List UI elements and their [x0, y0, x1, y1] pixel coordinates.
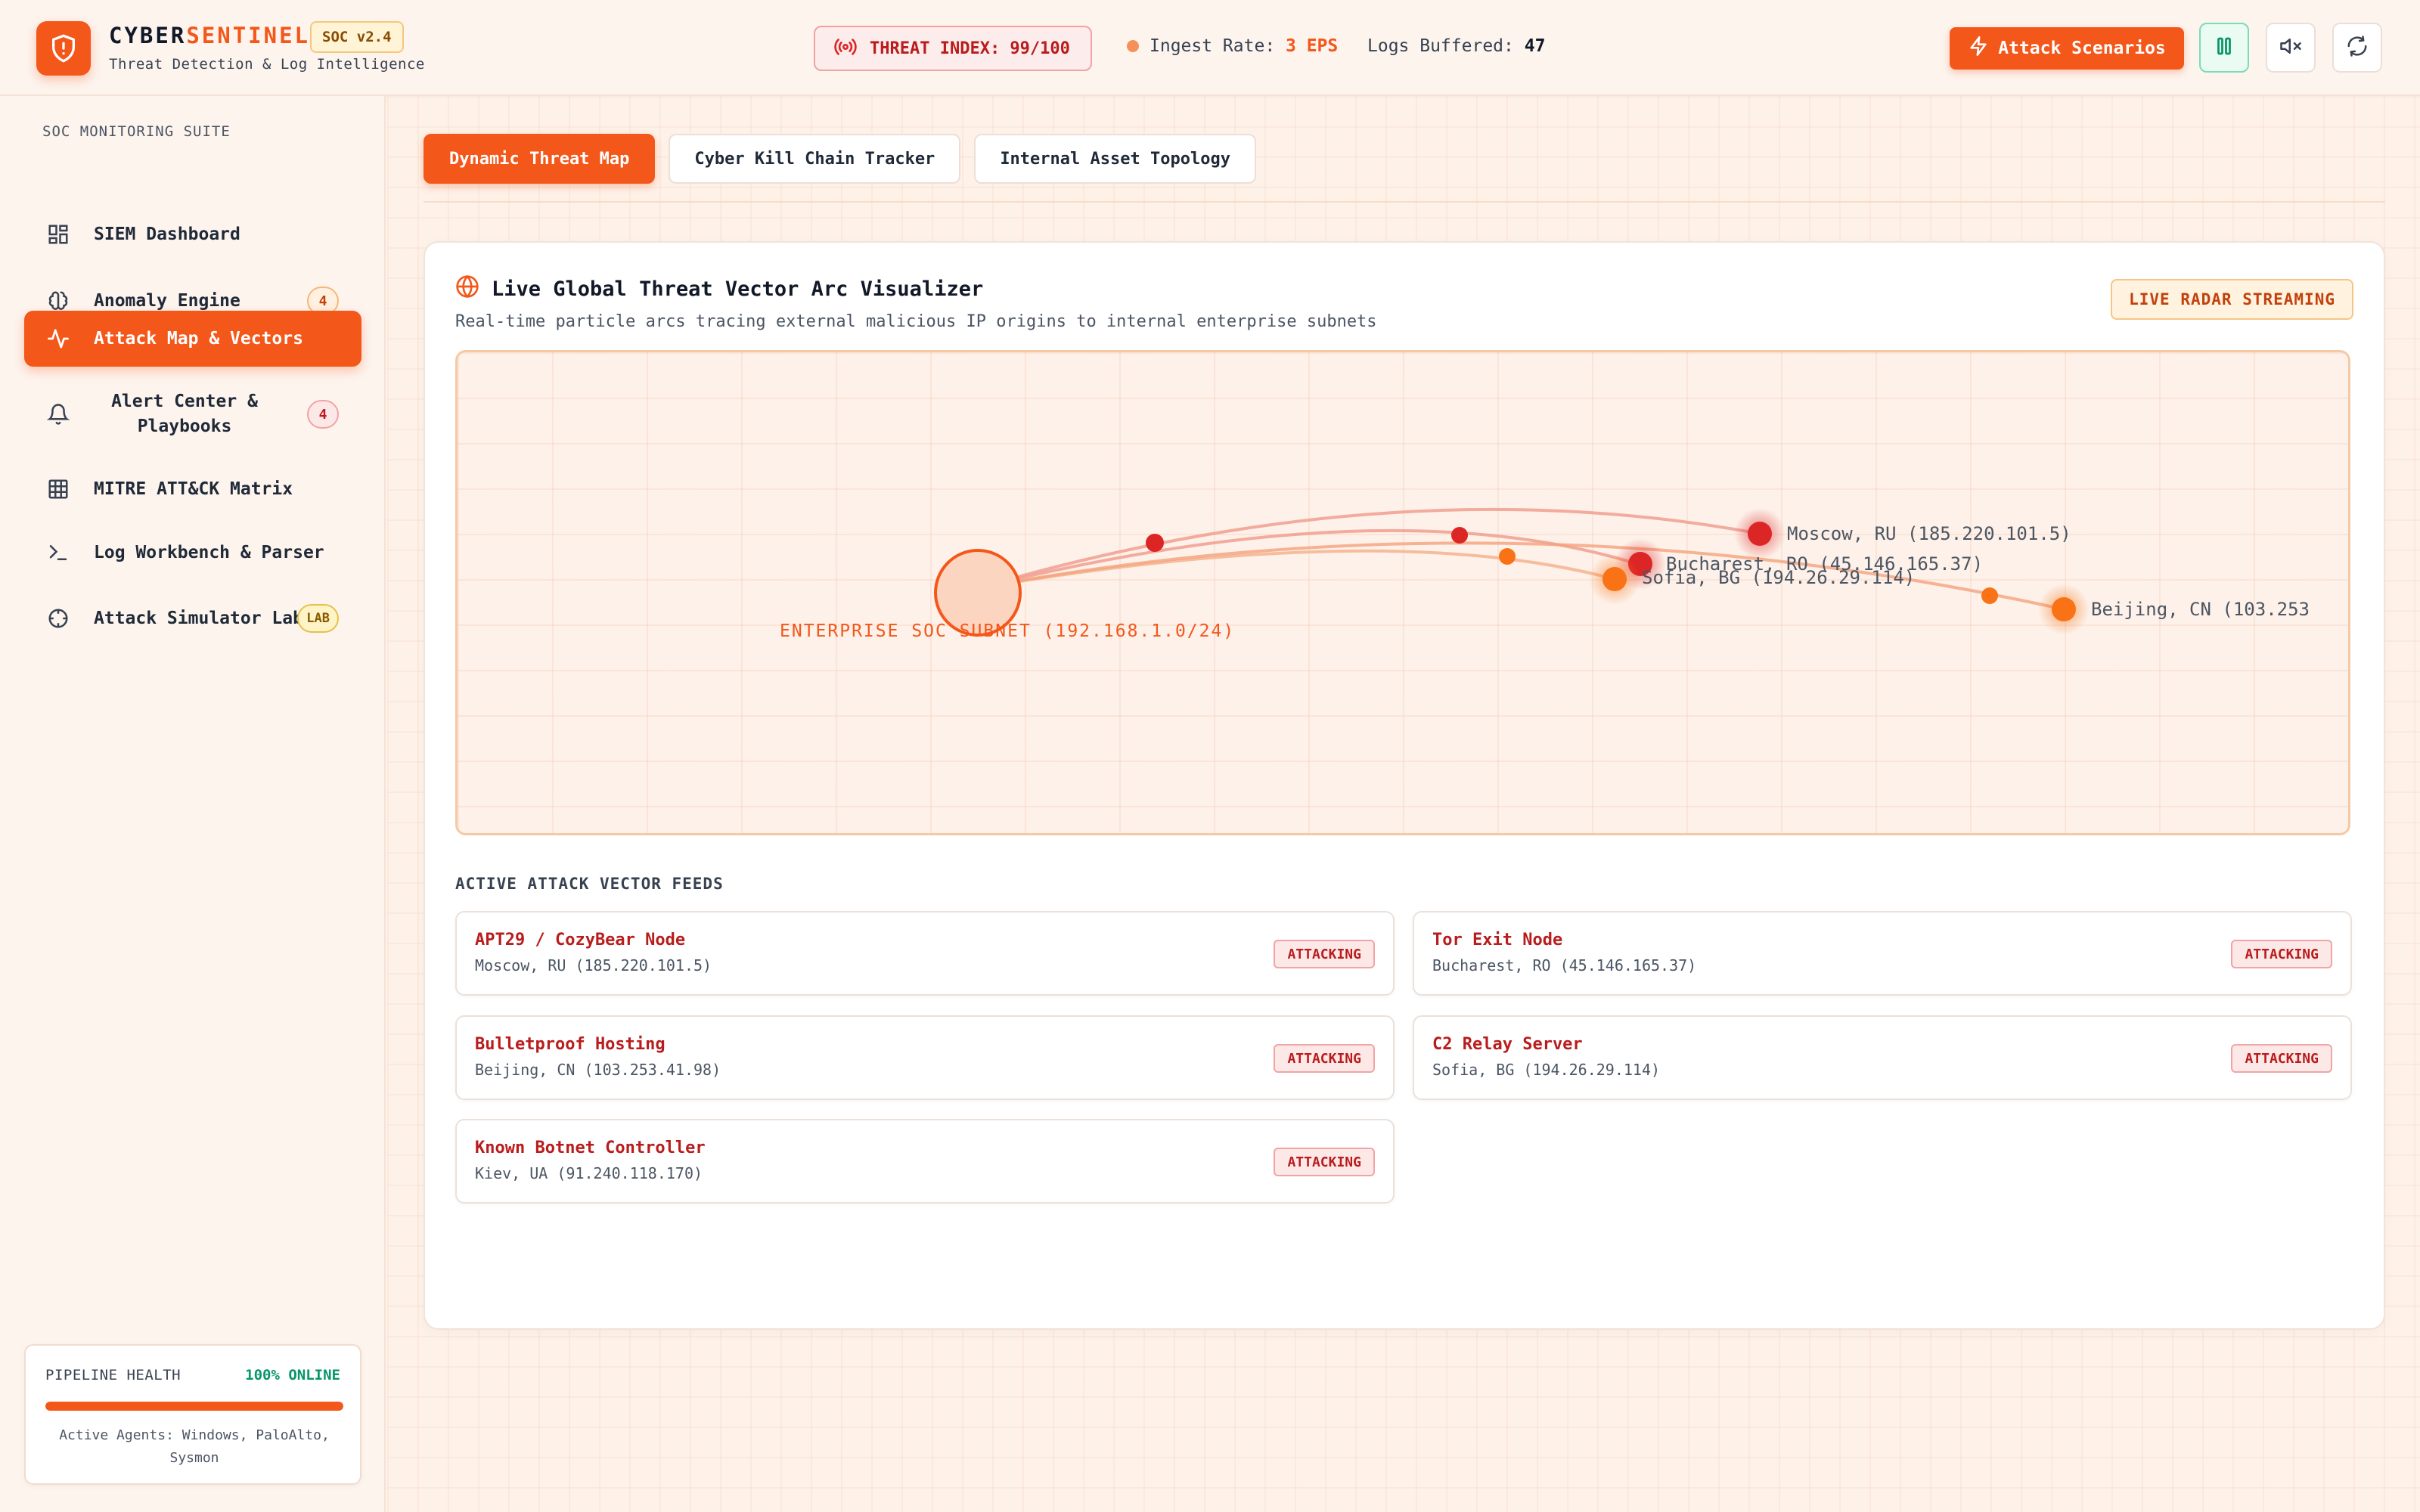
pause-button[interactable]: [2199, 23, 2249, 73]
arc-particle: [1451, 527, 1468, 544]
pipeline-health-title: PIPELINE HEALTH: [45, 1367, 182, 1383]
threat-index-text: THREAT INDEX: 99/100: [870, 39, 1070, 58]
attack-feed-card[interactable]: APT29 / CozyBear Node Moscow, RU (185.22…: [455, 911, 1395, 996]
feeds-section-title: ACTIVE ATTACK VECTOR FEEDS: [455, 875, 724, 893]
globe-icon: [455, 274, 479, 304]
tab-asset-topology[interactable]: Internal Asset Topology: [974, 134, 1256, 184]
feed-location: Bucharest, RO (45.146.165.37): [1432, 956, 1697, 974]
sidebar-item-log-workbench[interactable]: Log Workbench & Parser: [24, 525, 361, 581]
alert-count-badge: 4: [307, 400, 339, 429]
shield-logo-icon: [36, 21, 91, 76]
bell-icon: [45, 401, 71, 427]
refresh-icon: [2346, 35, 2369, 60]
feed-location: Moscow, RU (185.220.101.5): [475, 956, 712, 974]
sidebar-item-mitre-matrix[interactable]: MITRE ATT&CK Matrix: [24, 461, 361, 517]
feed-location: Beijing, CN (103.253.41.98): [475, 1061, 721, 1079]
panel-title: Live Global Threat Vector Arc Visualizer: [455, 274, 983, 304]
feed-name: Bulletproof Hosting: [475, 1035, 666, 1054]
pause-icon: [2213, 35, 2235, 60]
attack-feed-card[interactable]: Bulletproof Hosting Beijing, CN (103.253…: [455, 1015, 1395, 1100]
radio-signal-icon: [833, 35, 858, 62]
attack-arc-bucharest: [977, 528, 1638, 590]
dashboard-icon: [45, 222, 71, 247]
attack-arc-sofia: [977, 549, 1615, 590]
feed-name: Known Botnet Controller: [475, 1139, 706, 1157]
tab-divider: [424, 201, 2385, 203]
attack-feed-card[interactable]: C2 Relay Server Sofia, BG (194.26.29.114…: [1413, 1015, 2352, 1100]
volume-mute-icon: [2279, 35, 2302, 60]
threat-node-label: Moscow, RU (185.220.101.5): [1787, 523, 2071, 544]
arc-map-canvas: ENTERPRISE SOC SUBNET (192.168.1.0/24) M…: [780, 507, 2310, 641]
active-agents-text: Active Agents: Windows, PaloAlto, Sysmon: [59, 1427, 330, 1466]
arc-particle: [1146, 534, 1164, 552]
main-content: Dynamic Threat Map Cyber Kill Chain Trac…: [387, 96, 2420, 1512]
brain-icon: [45, 288, 71, 314]
view-tabs: Dynamic Threat Map Cyber Kill Chain Trac…: [424, 134, 1256, 184]
feed-name: APT29 / CozyBear Node: [475, 931, 686, 950]
sidebar-title: SOC MONITORING SUITE: [42, 123, 231, 140]
refresh-button[interactable]: [2332, 23, 2382, 73]
sidebar-item-label: SIEM Dashboard: [94, 225, 240, 244]
status-badge: ATTACKING: [1274, 940, 1375, 968]
attack-scenarios-button[interactable]: Attack Scenarios: [1950, 27, 2184, 70]
pipeline-health-bar: [45, 1402, 343, 1411]
threat-arc-map[interactable]: ENTERPRISE SOC SUBNET (192.168.1.0/24) M…: [455, 350, 2350, 835]
sidebar: SOC MONITORING SUITE SIEM Dashboard Anom…: [0, 96, 386, 1512]
arc-particle: [1981, 587, 1998, 604]
status-dot-icon: [1127, 40, 1139, 52]
sidebar-item-label: Alert Center & Playbooks: [111, 392, 258, 436]
version-badge: SOC v2.4: [310, 21, 404, 53]
sidebar-item-label: Anomaly Engine: [94, 291, 240, 311]
arc-particle: [1499, 548, 1516, 565]
sidebar-item-label: Log Workbench & Parser: [94, 543, 324, 562]
crosshair-icon: [45, 606, 71, 631]
panel-subtitle: Real-time particle arcs tracing external…: [455, 312, 1377, 331]
threat-node-sofia: [1602, 567, 1627, 591]
logs-buffered: Logs Buffered: 47: [1367, 36, 1546, 56]
threat-visualizer-panel: Live Global Threat Vector Arc Visualizer…: [424, 241, 2385, 1330]
feed-name: C2 Relay Server: [1432, 1035, 1583, 1054]
activity-icon: [45, 326, 71, 352]
lightning-icon: [1968, 36, 1989, 61]
sidebar-item-siem-dashboard[interactable]: SIEM Dashboard: [24, 206, 361, 262]
mute-button[interactable]: [2266, 23, 2316, 73]
ingest-rate: Ingest Rate: 3 EPS: [1127, 36, 1338, 56]
status-badge: ATTACKING: [1274, 1148, 1375, 1176]
tab-kill-chain-tracker[interactable]: Cyber Kill Chain Tracker: [669, 134, 961, 184]
sidebar-item-label: Attack Map & Vectors: [94, 329, 303, 349]
status-badge: ATTACKING: [2231, 1044, 2332, 1073]
enterprise-subnet-label: ENTERPRISE SOC SUBNET (192.168.1.0/24): [780, 621, 1235, 641]
status-badge: ATTACKING: [2231, 940, 2332, 968]
pipeline-health-card: PIPELINE HEALTH 100% ONLINE Active Agent…: [24, 1344, 361, 1485]
feed-name: Tor Exit Node: [1432, 931, 1563, 950]
lab-badge: LAB: [297, 604, 339, 633]
sidebar-item-attack-simulator[interactable]: Attack Simulator Lab LAB: [24, 590, 361, 646]
top-header: CYBERSENTINEL SOC v2.4 Threat Detection …: [0, 0, 2420, 96]
threat-node-beijing: [2052, 597, 2076, 621]
threat-node-label: Sofia, BG (194.26.29.114): [1642, 567, 1915, 588]
status-badge: ATTACKING: [1274, 1044, 1375, 1073]
threat-node-label: Beijing, CN (103.253: [2091, 599, 2310, 620]
brand-name: CYBERSENTINEL: [109, 23, 310, 48]
grid-icon: [45, 476, 71, 502]
sidebar-item-label: Attack Simulator Lab: [94, 609, 303, 628]
feed-location: Sofia, BG (194.26.29.114): [1432, 1061, 1661, 1079]
pipeline-health-fill: [45, 1402, 343, 1411]
sidebar-item-alert-center[interactable]: Alert Center & Playbooks 4: [24, 378, 361, 451]
sidebar-item-attack-map[interactable]: Attack Map & Vectors: [24, 311, 361, 367]
feed-location: Kiev, UA (91.240.118.170): [475, 1164, 703, 1182]
terminal-icon: [45, 540, 71, 565]
tab-dynamic-threat-map[interactable]: Dynamic Threat Map: [424, 134, 656, 184]
pipeline-health-status: 100% ONLINE: [245, 1367, 340, 1383]
threat-index-indicator: THREAT INDEX: 99/100: [814, 26, 1092, 71]
attack-feed-card[interactable]: Tor Exit Node Bucharest, RO (45.146.165.…: [1413, 911, 2352, 996]
live-streaming-badge: LIVE RADAR STREAMING: [2111, 279, 2353, 320]
sidebar-item-label: MITRE ATT&CK Matrix: [94, 479, 293, 499]
threat-node-moscow: [1748, 522, 1772, 546]
attack-feed-card[interactable]: Known Botnet Controller Kiev, UA (91.240…: [455, 1119, 1395, 1204]
brand-tagline: Threat Detection & Log Intelligence: [109, 56, 425, 73]
